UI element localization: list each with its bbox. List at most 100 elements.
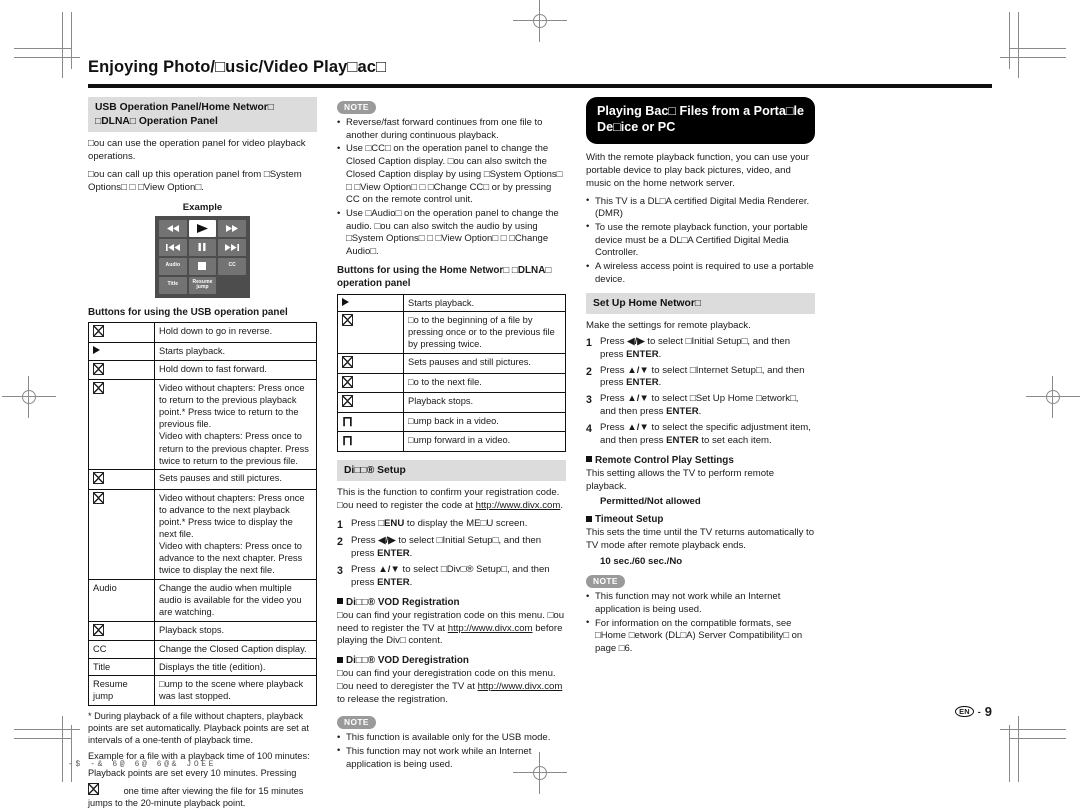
step-text: Press □ENU to display the ME□U screen. [351, 518, 566, 532]
step-mid: to display the ME□U screen. [404, 518, 528, 530]
title-button[interactable]: Title [159, 276, 187, 294]
note-badge: NOTE [337, 100, 376, 114]
list-item: Reverse/fast forward continues from one … [337, 116, 566, 142]
usb-intro-1: □ou can use the operation panel for vide… [88, 138, 306, 162]
key-cell: Resume jump [88, 675, 155, 706]
timeout-setup-text: This sets the time until the TV returns … [586, 527, 815, 552]
missing-glyph-icon [93, 491, 104, 504]
key-cell: Audio [88, 578, 155, 622]
desc-cell: Sets pauses and still pictures. [154, 469, 317, 490]
key-cell [88, 620, 155, 642]
vod-deregistration-heading: Di□□® VOD Deregistration [337, 655, 566, 666]
crop-mark-bottom-left-h2 [14, 738, 71, 739]
resume-jump-button[interactable]: Resume jump [188, 276, 217, 294]
step-pre: Press [351, 564, 379, 575]
play-button[interactable] [188, 219, 217, 237]
step-post: . [658, 377, 662, 389]
vod-reg-link[interactable]: http://www.divx.com [448, 623, 533, 634]
column-one: USB Operation Panel/Home Networ□ □DLNA□ … [88, 97, 317, 809]
step-enter: ENTER [626, 348, 659, 360]
remote-control-play-label: Remote Control Play Settings [595, 454, 734, 466]
note-list: Reverse/fast forward continues from one … [337, 116, 566, 259]
missing-glyph-icon [342, 355, 353, 368]
step-number: 3 [586, 394, 592, 407]
step-text: Press ▲/▼ to select the specific adjustm… [600, 422, 815, 448]
list-item: This function is available only for the … [337, 732, 566, 745]
step-post: . [658, 348, 662, 360]
footnote-example-3: one time after viewing the file for 15 m… [88, 782, 317, 809]
step-key: □ENU [378, 518, 405, 530]
crop-mark-top-right-v [1018, 12, 1019, 78]
step-item: 4 Press ▲/▼ to select the specific adjus… [586, 422, 815, 448]
previous-button[interactable] [159, 238, 187, 256]
table-row: □o to the next file. [337, 372, 566, 394]
key-cell [88, 379, 155, 471]
portable-playback-banner: Playing Bac□ Files from a Porta□le De□ic… [586, 97, 815, 144]
list-item: This TV is a DL□A certified Digital Medi… [586, 195, 815, 221]
missing-glyph-icon [93, 362, 104, 375]
list-item: For information on the compatible format… [586, 617, 815, 656]
usb-buttons-table: Hold down to go in reverse. Starts playb… [88, 322, 317, 706]
example-label: Example [182, 201, 223, 213]
step-pre: Press [600, 335, 628, 347]
step-key: ▲/▼ [627, 393, 649, 405]
page-content: Enjoying Photo/□usic/Video Play□ac□ USB … [88, 58, 992, 808]
desc-cell: Sets pauses and still pictures. [403, 352, 566, 374]
step-post: . [698, 406, 702, 418]
fast-forward-button[interactable] [218, 219, 246, 237]
desc-cell: Change the Closed Caption display. [154, 640, 317, 659]
step-key: ▲/▼ [627, 422, 649, 434]
note-list-2: This function is available only for the … [337, 732, 566, 771]
jump-forward-icon: ⊓ [342, 432, 353, 449]
divx-link[interactable]: http://www.divx.com [476, 500, 561, 511]
step-text: Press ▲/▼ to select □Internet Setup□, an… [600, 365, 815, 391]
crop-mark-bottom-right-v [1018, 716, 1019, 782]
footnote-example-3-text: one time after viewing the file for 15 m… [88, 785, 304, 808]
divx-intro: This is the function to confirm your reg… [337, 487, 566, 513]
locale-badge: EN [955, 705, 974, 718]
three-column-layout: USB Operation Panel/Home Networ□ □DLNA□ … [88, 97, 992, 809]
table-row: Starts playback. [88, 341, 317, 361]
missing-glyph-icon [342, 314, 353, 327]
stop-button[interactable] [188, 257, 217, 275]
step-key: ◀/▶ [627, 335, 645, 347]
desc-cell: □o to the beginning of a file by pressin… [403, 311, 566, 354]
key-cell [88, 359, 155, 381]
audio-button[interactable]: Audio [159, 257, 187, 275]
step-item: 1 Press ◀/▶ to select □Initial Setup□, a… [586, 336, 815, 362]
table-row: Resume jump □ump to the scene where play… [88, 675, 317, 706]
step-number: 4 [586, 423, 592, 436]
key-cell [88, 341, 155, 361]
blank-key [218, 276, 246, 294]
vod-deregistration-text: □ou can find your deregistration code on… [337, 668, 566, 707]
square-bullet-icon [337, 598, 343, 605]
step-pre: Press [600, 393, 628, 405]
crop-mark-bottom-right-h2 [1009, 738, 1066, 739]
cc-button[interactable]: CC [218, 257, 246, 275]
key-cell: Title [88, 657, 155, 677]
usb-table-heading: Buttons for using the USB operation pane… [88, 306, 288, 318]
step-item: 3 Press ▲/▼ to select □Set Up Home □etwo… [586, 393, 815, 419]
table-row: Sets pauses and still pictures. [337, 352, 566, 374]
step-enter: ENTER [666, 434, 699, 446]
pause-button[interactable] [188, 238, 217, 256]
rewind-button[interactable] [159, 219, 187, 237]
step-enter: ENTER [377, 576, 410, 588]
table-row: Sets pauses and still pictures. [88, 469, 317, 490]
next-button[interactable] [218, 238, 246, 256]
step-text: Press ◀/▶ to select □Initial Setup□, and… [600, 336, 815, 362]
play-icon [342, 297, 349, 306]
vod-dereg-link[interactable]: http://www.divx.com [478, 681, 563, 692]
vod-dereg-b: to release the registration. [337, 693, 448, 705]
divx-intro-end: . [560, 500, 564, 512]
desc-cell: Hold down to go in reverse. [154, 322, 317, 343]
key-cell: ⊓ [337, 411, 404, 433]
timeout-setup-heading: Timeout Setup [586, 514, 815, 525]
usb-operation-panel-banner: USB Operation Panel/Home Networ□ □DLNA□ … [88, 97, 317, 133]
step-text: Press ◀/▶ to select □Initial Setup□, and… [351, 535, 566, 561]
step-text: Press ▲/▼ to select □Div□® Setup□, and t… [351, 564, 566, 590]
manual-page: Enjoying Photo/□usic/Video Play□ac□ USB … [0, 0, 1080, 808]
step-key: ▲/▼ [378, 564, 400, 575]
key-cell [337, 311, 404, 354]
desc-cell: Change the audio when multiple audio is … [154, 578, 317, 622]
